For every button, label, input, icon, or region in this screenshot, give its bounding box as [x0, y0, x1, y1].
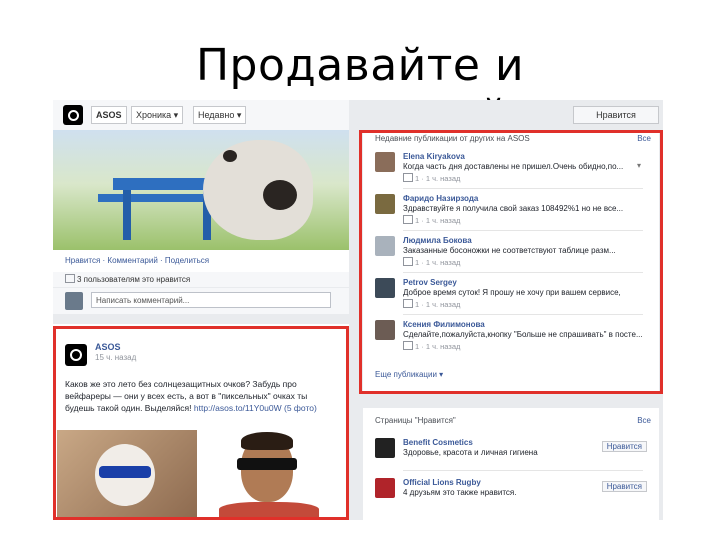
- like-page-button[interactable]: Нравится: [601, 441, 647, 452]
- facebook-screenshot: ASOS Хроника ▾ Недавно ▾ Нравится · Комм…: [53, 100, 663, 520]
- liked-pages-all[interactable]: Все: [637, 416, 651, 425]
- highlight-box: [53, 326, 349, 520]
- like-label: Нравится: [596, 110, 636, 120]
- user-avatar: [65, 292, 83, 310]
- page-category: Здоровье, красота и личная гигиена: [403, 448, 538, 457]
- page-name[interactable]: Official Lions Rugby: [403, 478, 481, 487]
- lions-logo-icon: [375, 478, 395, 498]
- post-actions[interactable]: Нравится · Комментарий · Поделиться: [53, 250, 349, 272]
- pig: [203, 140, 313, 240]
- like-page-button[interactable]: Нравится: [601, 481, 647, 492]
- pig-bench-photo[interactable]: [53, 130, 349, 250]
- highlight-box: [359, 130, 663, 394]
- thumb-icon: [65, 274, 75, 283]
- likes-text: 3 пользователям это нравится: [77, 275, 191, 284]
- page-friends: 4 друзьям это также нравится.: [403, 488, 517, 497]
- brand-name[interactable]: ASOS: [91, 106, 127, 124]
- liked-pages-header: Страницы "Нравится": [375, 416, 456, 425]
- timeline-menu[interactable]: Хроника ▾: [131, 106, 184, 124]
- page-like-button[interactable]: Нравится: [573, 106, 659, 124]
- comment-input[interactable]: Написать комментарий...: [91, 292, 331, 308]
- page-name[interactable]: Benefit Cosmetics: [403, 438, 473, 447]
- liked-page-item[interactable]: Official Lions Rugby 4 друзьям это также…: [375, 478, 655, 508]
- divider: [403, 470, 643, 471]
- page-topbar: ASOS Хроника ▾ Недавно ▾: [53, 100, 349, 131]
- pig-spot: [263, 180, 297, 210]
- pig-spot: [223, 150, 237, 162]
- recent-menu[interactable]: Недавно ▾: [193, 106, 247, 124]
- benefit-logo-icon: [375, 438, 395, 458]
- bench-leg: [123, 190, 131, 240]
- likes-count: 3 пользователям это нравится: [53, 272, 349, 287]
- asos-logo-icon: [63, 105, 83, 125]
- comment-row: Написать комментарий...: [53, 288, 349, 314]
- liked-pages-panel: Страницы "Нравится" Все Benefit Cosmetic…: [363, 408, 659, 520]
- liked-page-item[interactable]: Benefit Cosmetics Здоровье, красота и ли…: [375, 438, 655, 468]
